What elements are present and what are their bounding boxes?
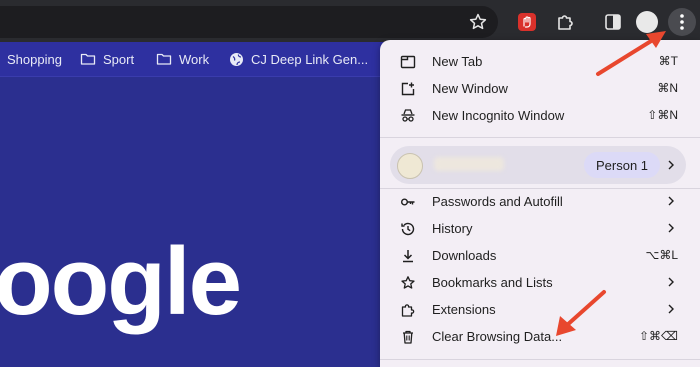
folder-icon [156,53,172,65]
menu-item-clear-browsing-data[interactable]: Clear Browsing Data... ⇧⌘⌫ [380,323,700,350]
chevron-right-icon [668,223,674,233]
menu-shortcut: ⇧⌘N [647,108,678,122]
menu-label: New Incognito Window [432,108,565,123]
incognito-icon [401,109,415,122]
address-bar[interactable] [0,6,498,38]
history-icon [401,222,415,236]
profile-row[interactable]: Person 1 [390,146,686,184]
bookmark-label: Work [179,51,210,67]
menu-label: Passwords and Autofill [432,194,563,209]
annotation-arrow-clear-data [556,290,606,336]
puzzle-icon[interactable] [554,11,576,33]
trash-icon [403,330,413,344]
menu-item-downloads[interactable]: Downloads ⌥⌘L [380,242,700,269]
puzzle-icon [401,304,415,317]
chevron-right-icon [668,160,674,170]
chevron-right-icon [668,304,674,314]
bookmark-shopping[interactable]: Shopping [7,42,62,76]
menu-item-extensions[interactable]: Extensions [380,296,700,323]
new-tab-icon [400,55,416,69]
menu-item-passwords-autofill[interactable]: Passwords and Autofill [380,188,700,215]
menu-divider [380,137,700,138]
menu-shortcut: ⌘N [657,81,678,95]
menu-divider [380,359,700,360]
profile-avatar [397,153,423,179]
extension-red-icon[interactable] [516,11,538,33]
folder-icon [80,53,96,65]
key-icon [401,198,415,206]
menu-label: New Tab [432,54,483,69]
star-icon[interactable] [468,12,488,32]
menu-label: New Window [432,81,508,96]
chevron-right-icon [668,277,674,287]
bookmark-label: CJ Deep Link Gen... [251,51,369,67]
chrome-menu: New Tab ⌘T New Window ⌘N New Incognito W… [380,40,700,367]
menu-item-new-incognito-window[interactable]: New Incognito Window ⇧⌘N [380,102,700,129]
star-icon [401,276,415,289]
download-icon [403,250,413,263]
menu-label: Extensions [432,302,496,317]
person-label: Person 1 [596,157,649,173]
bookmark-label: Shopping [7,51,62,67]
chevron-right-icon [668,196,674,206]
menu-label: Downloads [432,248,497,263]
bookmark-sport[interactable]: Sport [80,42,134,76]
menu-label: Bookmarks and Lists [432,275,553,290]
menu-label: Clear Browsing Data... [432,329,563,344]
bookmark-work[interactable]: Work [156,42,209,76]
annotation-arrow-menu [596,31,666,76]
menu-item-history[interactable]: History [380,215,700,242]
new-window-icon [401,82,415,96]
menu-shortcut: ⇧⌘⌫ [638,329,678,343]
person-badge: Person 1 [584,152,661,178]
google-logo: oogle [0,228,242,335]
menu-shortcut: ⌥⌘L [645,248,678,262]
globe-icon [230,52,243,66]
menu-label: History [432,221,473,236]
profile-name-blurred [434,157,504,171]
bookmark-label: Sport [103,51,135,67]
bookmark-cj-deep-link[interactable]: CJ Deep Link Gen... [229,42,368,76]
menu-item-bookmarks-lists[interactable]: Bookmarks and Lists [380,269,700,296]
